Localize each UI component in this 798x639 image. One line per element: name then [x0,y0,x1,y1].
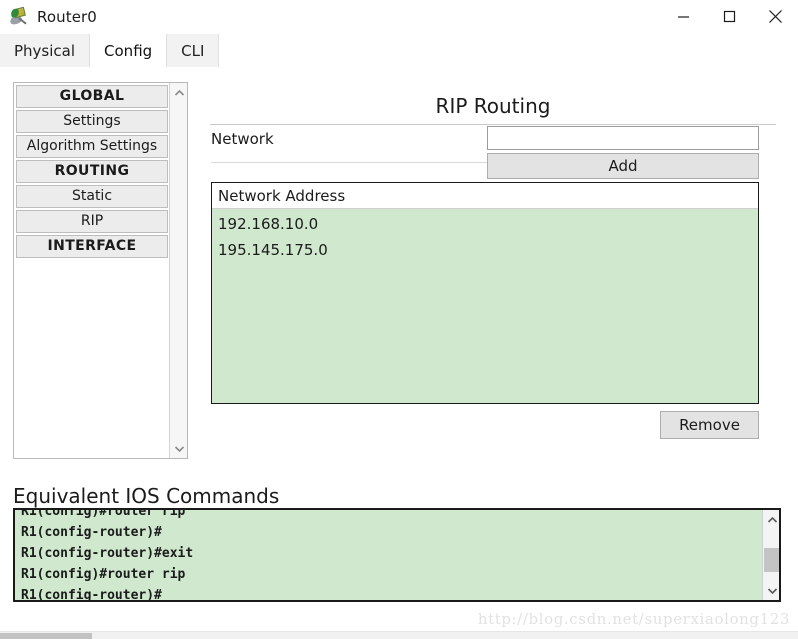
watermark-text: http://blog.csdn.net/superxiaolong123 [477,610,790,628]
table-column-header: Network Address [212,183,758,209]
minimize-button[interactable] [660,0,706,33]
ios-commands-heading: Equivalent IOS Commands [13,484,280,508]
table-body[interactable]: 192.168.10.0 195.145.175.0 [212,209,758,403]
table-row[interactable]: 192.168.10.0 [212,211,758,237]
chevron-up-icon[interactable] [763,511,779,528]
label-divider [211,162,489,163]
close-icon [768,9,783,24]
sidebar-item-routing[interactable]: ROUTING [16,160,168,183]
ios-console-scrollbar[interactable] [762,510,779,600]
ios-command-line: R1(config-router)#exit [21,546,194,561]
network-input[interactable] [487,126,759,150]
page-title: RIP Routing [435,94,551,118]
window-controls [660,0,798,33]
tab-physical[interactable]: Physical [0,34,91,68]
window-horizontal-scrollbar[interactable] [0,631,798,639]
chevron-down-icon[interactable] [170,440,188,457]
tab-underline [0,67,798,68]
sidebar-scrollbar[interactable] [169,83,187,458]
chevron-down-icon[interactable] [763,582,779,599]
sidebar-item-algorithm-settings[interactable]: Algorithm Settings [16,135,168,158]
title-divider [210,124,776,125]
sidebar-item-list: GLOBAL Settings Algorithm Settings ROUTI… [14,83,169,458]
maximize-icon [723,10,736,23]
minimize-icon [677,10,690,23]
network-address-table: Network Address 192.168.10.0 195.145.175… [211,182,759,404]
title-bar: Router0 [0,0,798,33]
network-label: Network [211,130,274,148]
table-row[interactable]: 195.145.175.0 [212,237,758,263]
scrollbar-thumb[interactable] [0,633,92,639]
sidebar-item-interface[interactable]: INTERFACE [16,235,168,258]
maximize-button[interactable] [706,0,752,33]
ios-commands-console: R1(config)#router rip R1(config-router)#… [13,508,781,602]
chevron-up-icon[interactable] [170,84,188,101]
tab-cli[interactable]: CLI [167,34,220,68]
tab-bar: Physical Config CLI [0,34,798,68]
add-button[interactable]: Add [487,153,759,179]
sidebar-item-global[interactable]: GLOBAL [16,85,168,108]
ios-command-line: R1(config-router)# [21,588,162,600]
tab-bar-filler [219,34,798,68]
config-sidebar: GLOBAL Settings Algorithm Settings ROUTI… [13,82,188,459]
window-title: Router0 [37,7,97,26]
remove-button[interactable]: Remove [660,411,759,439]
scrollbar-thumb[interactable] [764,548,779,572]
ios-command-line: R1(config)#router rip [21,508,186,519]
sidebar-item-rip[interactable]: RIP [16,210,168,233]
ios-command-line: R1(config-router)# [21,525,162,540]
close-button[interactable] [752,0,798,33]
ios-commands-text[interactable]: R1(config)#router rip R1(config-router)#… [15,508,762,600]
rip-routing-panel: RIP Routing Network Add Network Address … [205,82,781,459]
ios-command-line: R1(config)#router rip [21,567,186,582]
router-device-icon [9,6,29,27]
sidebar-item-settings[interactable]: Settings [16,110,168,133]
tab-config[interactable]: Config [90,34,168,68]
router-config-window: Router0 Physical Config CLI GLOBAL Setti… [0,0,798,639]
sidebar-item-static[interactable]: Static [16,185,168,208]
